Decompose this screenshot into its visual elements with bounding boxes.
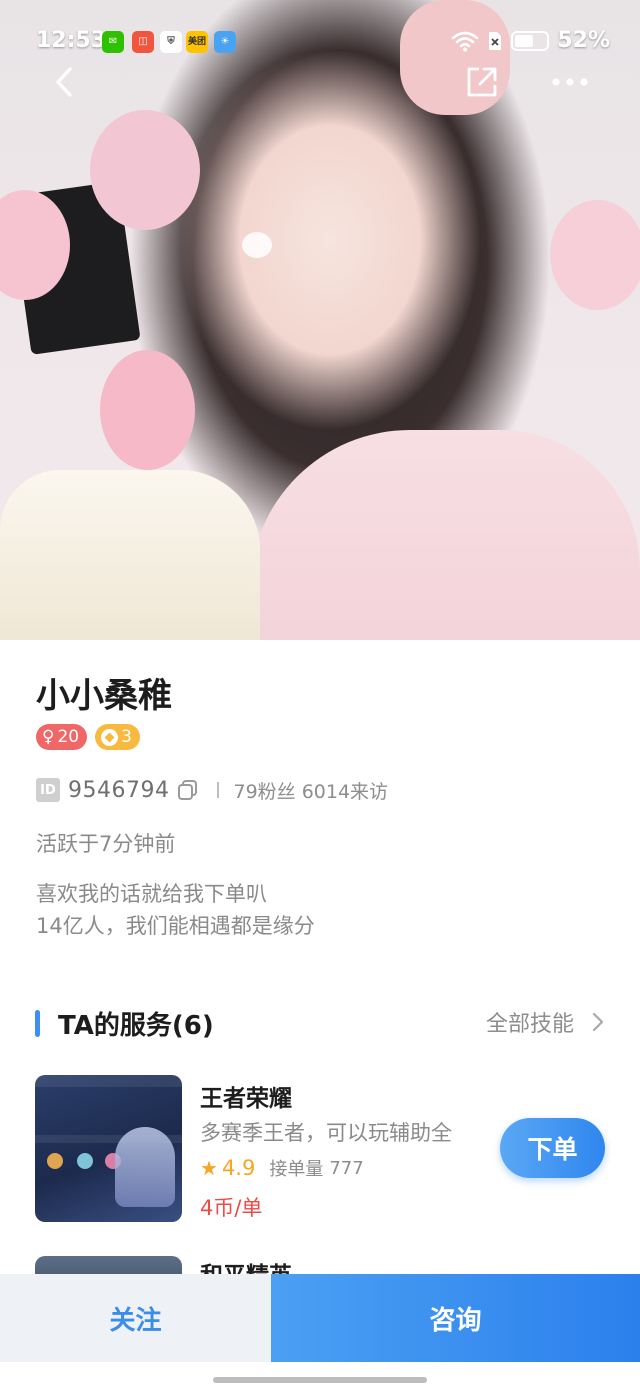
service-price: 4币/单 — [200, 1196, 263, 1220]
profile-cover-photo — [0, 0, 640, 640]
battery-percent: 52% — [557, 28, 610, 53]
meituan-icon: 美团 — [186, 31, 208, 53]
copy-icon[interactable] — [177, 779, 199, 801]
more-dots-icon — [552, 78, 588, 86]
consult-button[interactable]: 咨询 — [271, 1274, 640, 1362]
photo-cake — [0, 470, 260, 640]
wifi-icon — [452, 31, 479, 51]
chevron-right-icon — [592, 1012, 604, 1032]
profile-bio: 喜欢我的话就给我下单叭 14亿人，我们能相遇都是缘分 — [36, 878, 315, 942]
photo-plush-right — [550, 200, 640, 310]
level-value: 3 — [121, 727, 132, 747]
service-rating-row: ★ 4.9 接单量 777 — [200, 1155, 364, 1181]
service-thumbnail — [35, 1256, 182, 1276]
gender-age-tag: ♀ 20 — [36, 724, 88, 750]
photo-plush-cake — [100, 350, 195, 470]
star-icon: ★ — [200, 1156, 218, 1180]
photo-plush-back — [90, 110, 200, 230]
thumb-rank-icon — [47, 1153, 63, 1169]
bio-line: 喜欢我的话就给我下单叭 — [36, 882, 267, 906]
thumb-hero-figure — [115, 1127, 175, 1207]
share-button[interactable] — [458, 58, 506, 106]
bottom-action-bar: 关注 咨询 — [0, 1274, 640, 1362]
all-skills-label: 全部技能 — [485, 1012, 574, 1037]
level-tag: 3 — [95, 724, 140, 750]
status-bar: 12:53 ✉ ◫ ⛨ 美团 ☀ 52% — [0, 26, 640, 62]
bio-line: 14亿人，我们能相遇都是缘分 — [36, 914, 315, 938]
thumb-rank-icon — [77, 1153, 93, 1169]
profile-stats: 79粉丝 6014来访 — [233, 780, 389, 803]
chevron-left-icon — [56, 67, 72, 97]
all-skills-link[interactable]: 全部技能 — [486, 1006, 604, 1038]
home-indicator[interactable] — [213, 1377, 427, 1383]
id-badge-icon: ID — [36, 778, 60, 802]
profile-tags: ♀ 20 3 — [36, 724, 140, 750]
photo-pajama — [250, 430, 640, 640]
section-accent-bar — [35, 1010, 40, 1037]
more-options-button[interactable] — [546, 58, 594, 106]
thumb-band — [35, 1075, 182, 1087]
orders-label: 接单量 — [269, 1159, 324, 1180]
wechat-icon: ✉ — [102, 31, 124, 53]
active-status: 活跃于7分钟前 — [36, 832, 176, 856]
id-row: ID 9546794 79粉丝 6014来访 — [36, 774, 388, 806]
female-icon: ♀ — [42, 727, 55, 747]
age-value: 20 — [57, 727, 80, 747]
share-icon — [467, 67, 497, 97]
profile-name: 小小桑稚 — [36, 676, 172, 716]
service-card[interactable]: 王者荣耀 多赛季王者，可以玩辅助全 ★ 4.9 接单量 777 4币/单 下单 — [35, 1075, 615, 1225]
service-thumbnail — [35, 1075, 182, 1222]
service-card[interactable]: 和平精英 — [35, 1256, 615, 1276]
battery-icon — [511, 30, 550, 51]
back-button[interactable] — [40, 58, 88, 106]
service-description: 多赛季王者，可以玩辅助全 — [200, 1121, 452, 1145]
photo-face-sticker — [242, 232, 272, 258]
services-section-title: TA的服务(6) — [58, 1011, 214, 1041]
follow-button[interactable]: 关注 — [0, 1274, 271, 1362]
status-right-group: 52% — [451, 28, 610, 53]
rating-value: 4.9 — [221, 1156, 256, 1180]
service-name: 和平精英 — [200, 1263, 292, 1276]
orders-value: 777 — [329, 1157, 364, 1179]
sim-card-icon — [489, 31, 502, 50]
status-time: 12:53 — [36, 28, 107, 53]
id-divider — [217, 782, 220, 798]
order-button[interactable]: 下单 — [500, 1118, 605, 1178]
service-name: 王者荣耀 — [200, 1086, 292, 1112]
id-number: 9546794 — [68, 777, 170, 803]
battery-fill — [515, 34, 533, 47]
level-coin-icon — [101, 728, 119, 746]
shield-app-icon: ⛨ — [160, 31, 182, 53]
app-red-icon: ◫ — [132, 31, 154, 53]
weather-icon: ☀ — [214, 31, 236, 53]
